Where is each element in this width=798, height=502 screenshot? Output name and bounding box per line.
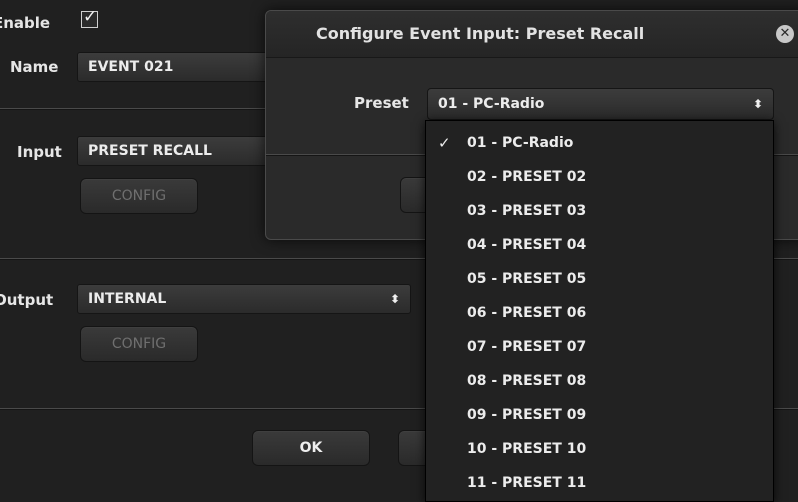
dialog-title: Configure Event Input: Preset Recall — [316, 24, 645, 43]
dropdown-item-label: 03 - PRESET 03 — [467, 203, 587, 219]
dropdown-item-label: 05 - PRESET 05 — [467, 271, 587, 287]
ok-button[interactable]: OK — [252, 430, 370, 466]
dropdown-item-label: 02 - PRESET 02 — [467, 169, 587, 185]
dropdown-item-label: 04 - PRESET 04 — [467, 237, 587, 253]
dropdown-item-02[interactable]: 02 - PRESET 02 — [426, 160, 773, 194]
dropdown-item-label: 11 - PRESET 11 — [467, 475, 587, 491]
input-config-button[interactable]: CONFIG — [80, 178, 198, 214]
input-select[interactable]: PRESET RECALL — [77, 136, 277, 166]
output-select[interactable]: INTERNAL ⬍ — [77, 284, 411, 314]
preset-select[interactable]: 01 - PC-Radio ⬍ — [427, 88, 774, 120]
dropdown-item-label: 09 - PRESET 09 — [467, 407, 587, 423]
preset-select-value: 01 - PC-Radio — [438, 96, 545, 112]
dialog-titlebar: Configure Event Input: Preset Recall ✕ — [266, 11, 798, 58]
checkmark-icon: ✓ — [83, 7, 98, 27]
output-config-button[interactable]: CONFIG — [80, 326, 198, 362]
dropdown-item-03[interactable]: 03 - PRESET 03 — [426, 194, 773, 228]
preset-dropdown-list[interactable]: ✓ 01 - PC-Radio 02 - PRESET 02 03 - PRES… — [425, 120, 774, 502]
select-arrows-icon: ⬍ — [389, 292, 400, 306]
enable-label: Enable — [0, 14, 51, 32]
dropdown-item-05[interactable]: 05 - PRESET 05 — [426, 262, 773, 296]
input-label: Input — [17, 143, 62, 161]
output-label: Output — [0, 291, 54, 309]
dropdown-item-10[interactable]: 10 - PRESET 10 — [426, 432, 773, 466]
dropdown-item-07[interactable]: 07 - PRESET 07 — [426, 330, 773, 364]
dropdown-item-label: 01 - PC-Radio — [467, 135, 574, 151]
dropdown-item-label: 10 - PRESET 10 — [467, 441, 587, 457]
preset-label: Preset — [354, 94, 409, 112]
select-arrows-icon: ⬍ — [752, 97, 763, 111]
name-label: Name — [10, 58, 59, 76]
name-field[interactable]: EVENT 021 — [77, 52, 277, 82]
dropdown-item-11[interactable]: 11 - PRESET 11 — [426, 466, 773, 500]
dropdown-item-label: 07 - PRESET 07 — [467, 339, 587, 355]
enable-checkbox[interactable]: ✓ — [81, 7, 98, 28]
checkmark-icon: ✓ — [438, 134, 451, 152]
output-select-value: INTERNAL — [88, 291, 167, 307]
dropdown-item-06[interactable]: 06 - PRESET 06 — [426, 296, 773, 330]
close-icon[interactable]: ✕ — [776, 25, 794, 43]
dropdown-item-08[interactable]: 08 - PRESET 08 — [426, 364, 773, 398]
dropdown-item-01[interactable]: ✓ 01 - PC-Radio — [426, 126, 773, 160]
dropdown-item-label: 08 - PRESET 08 — [467, 373, 587, 389]
dropdown-item-04[interactable]: 04 - PRESET 04 — [426, 228, 773, 262]
dropdown-item-09[interactable]: 09 - PRESET 09 — [426, 398, 773, 432]
dropdown-item-label: 06 - PRESET 06 — [467, 305, 587, 321]
separator — [0, 108, 270, 109]
